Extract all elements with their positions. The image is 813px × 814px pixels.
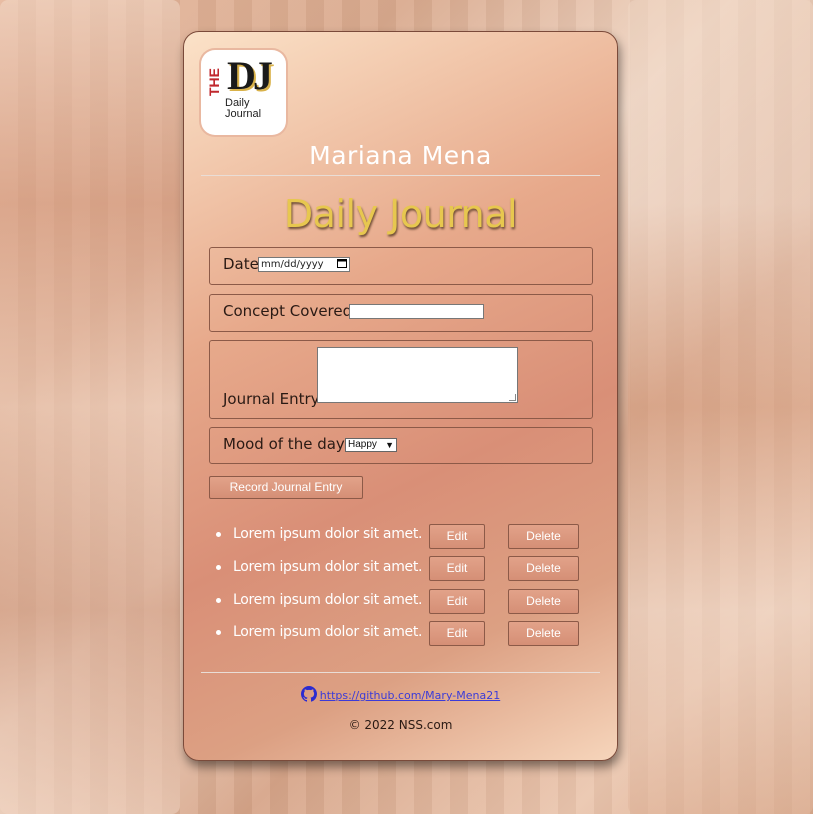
- concept-fieldset: Concept Covered: [209, 294, 593, 332]
- delete-button[interactable]: Delete: [508, 556, 579, 581]
- date-fieldset: Date mm/dd/yyyy: [209, 247, 593, 285]
- date-label: Date: [223, 255, 259, 273]
- mood-fieldset: Mood of the day Happy ▼: [209, 427, 593, 464]
- bullet-icon: [216, 597, 221, 603]
- chevron-down-icon: ▼: [385, 440, 394, 450]
- entry-text: Lorem ipsum dolor sit amet.: [233, 526, 423, 542]
- background-collage: [0, 0, 180, 814]
- list-item: Lorem ipsum dolor sit amet.: [216, 592, 423, 608]
- entry-text: Lorem ipsum dolor sit amet.: [233, 624, 423, 640]
- logo-the-text: THE: [206, 68, 222, 96]
- mood-label: Mood of the day: [223, 435, 345, 453]
- edit-button[interactable]: Edit: [429, 589, 485, 614]
- bullet-icon: [216, 564, 221, 570]
- list-item: Lorem ipsum dolor sit amet.: [216, 624, 423, 640]
- date-input[interactable]: mm/dd/yyyy: [258, 257, 350, 272]
- author-name: Mariana Mena: [309, 141, 492, 170]
- edit-button[interactable]: Edit: [429, 621, 485, 646]
- logo-dj-text: DJ: [227, 53, 273, 98]
- journal-panel: THE DJ Daily Journal Mariana Mena Daily …: [183, 31, 618, 761]
- background-collage-right: [628, 0, 813, 814]
- github-link[interactable]: https://github.com/Mary-Mena21: [320, 689, 500, 702]
- dj-logo: THE DJ Daily Journal: [201, 50, 286, 135]
- concept-input[interactable]: [349, 304, 484, 319]
- footer-divider: [201, 672, 600, 673]
- page-title: Daily Journal: [283, 192, 518, 236]
- edit-button[interactable]: Edit: [429, 524, 485, 549]
- entry-text: Lorem ipsum dolor sit amet.: [233, 559, 423, 575]
- concept-label: Concept Covered: [223, 302, 353, 320]
- bullet-icon: [216, 531, 221, 537]
- github-icon[interactable]: [300, 686, 317, 702]
- journal-entry-textarea[interactable]: [317, 347, 518, 403]
- delete-button[interactable]: Delete: [508, 524, 579, 549]
- date-input-value: mm/dd/yyyy: [261, 259, 324, 270]
- journal-entry-label: Journal Entry: [223, 390, 320, 408]
- mood-select[interactable]: Happy ▼: [345, 438, 397, 452]
- delete-button[interactable]: Delete: [508, 589, 579, 614]
- journal-entry-fieldset: Journal Entry: [209, 340, 593, 419]
- copyright-text: © 2022 NSS.com: [348, 718, 453, 732]
- footer-github: https://github.com/Mary-Mena21: [184, 686, 617, 702]
- record-entry-button[interactable]: Record Journal Entry: [209, 476, 363, 499]
- header-divider: [201, 175, 600, 176]
- bullet-icon: [216, 629, 221, 635]
- entry-text: Lorem ipsum dolor sit amet.: [233, 592, 423, 608]
- mood-select-value: Happy: [348, 439, 377, 450]
- list-item: Lorem ipsum dolor sit amet.: [216, 526, 423, 542]
- edit-button[interactable]: Edit: [429, 556, 485, 581]
- list-item: Lorem ipsum dolor sit amet.: [216, 559, 423, 575]
- calendar-icon[interactable]: [337, 258, 347, 271]
- logo-subtitle: Daily Journal: [225, 97, 262, 120]
- delete-button[interactable]: Delete: [508, 621, 579, 646]
